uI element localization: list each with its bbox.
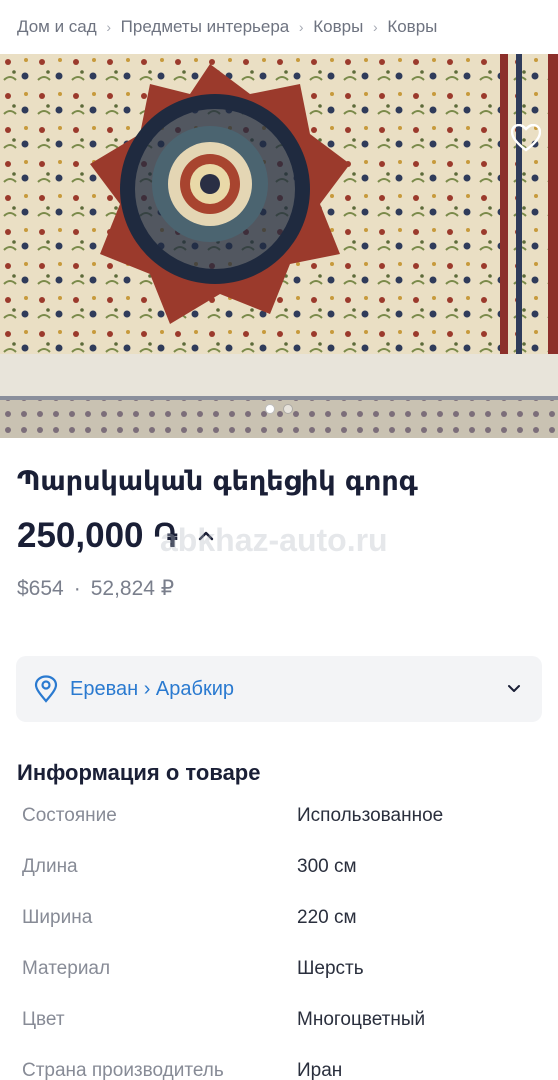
breadcrumb-item-interior[interactable]: Предметы интерьера: [121, 17, 290, 37]
chevron-right-icon: ›: [298, 19, 304, 35]
spec-row-width: Ширина 220 см: [22, 907, 542, 937]
spec-label: Страна производитель: [22, 1060, 224, 1080]
spec-value: Шерсть: [297, 958, 364, 979]
spec-row-country: Страна производитель Иран: [22, 1060, 542, 1080]
price-separator: ·: [73, 576, 81, 600]
chevron-right-icon: ›: [372, 19, 378, 35]
breadcrumb: Дом и сад › Предметы интерьера › Ковры ›…: [0, 0, 558, 54]
spec-row-color: Цвет Многоцветный: [22, 1009, 542, 1039]
spec-row-length: Длина 300 см: [22, 856, 542, 886]
spec-label: Состояние: [22, 805, 117, 826]
spec-row-condition: Состояние Использованное: [22, 805, 542, 835]
rub-price: 52,824 ₽: [90, 577, 175, 600]
watermark: abkhaz-auto.ru: [160, 522, 388, 558]
gallery-dot-active[interactable]: [265, 404, 275, 414]
alternate-prices: $654 · 52,824 ₽: [17, 576, 174, 601]
spec-value: 220 см: [297, 907, 357, 928]
price: 250,000: [17, 516, 144, 555]
heart-icon: [511, 124, 541, 152]
spec-label: Материал: [22, 958, 111, 979]
location-text: Ереван › Арабкир: [70, 677, 235, 700]
usd-price: $654: [17, 576, 64, 600]
breadcrumb-item-home-garden[interactable]: Дом и сад: [17, 17, 97, 37]
spec-label: Длина: [22, 856, 78, 877]
listing-title: Պարսկական գեղեցիկ գորգ: [17, 466, 418, 497]
gallery-pagination: [0, 404, 558, 414]
spec-label: Цвет: [22, 1009, 65, 1030]
breadcrumb-item-carpets[interactable]: Ковры: [313, 17, 363, 37]
location-selector[interactable]: Ереван › Арабкир: [16, 656, 542, 722]
gallery-dot[interactable]: [283, 404, 293, 414]
spec-row-material: Материал Шерсть: [22, 958, 542, 988]
product-photo: [0, 54, 558, 438]
chevron-right-icon: ›: [106, 19, 111, 35]
spec-value: Использованное: [297, 805, 444, 826]
chevron-down-icon: [508, 685, 520, 692]
spec-label: Ширина: [22, 907, 93, 928]
spec-value: Иран: [297, 1060, 343, 1080]
photo-gallery[interactable]: [0, 54, 558, 438]
spec-value: Многоцветный: [297, 1009, 426, 1030]
breadcrumb-item-carpets-sub[interactable]: Ковры: [387, 17, 437, 37]
map-pin-icon: [34, 675, 58, 703]
product-info-title: Информация о товаре: [17, 760, 261, 785]
spec-value: 300 см: [297, 856, 357, 877]
favorite-button[interactable]: [506, 118, 546, 158]
